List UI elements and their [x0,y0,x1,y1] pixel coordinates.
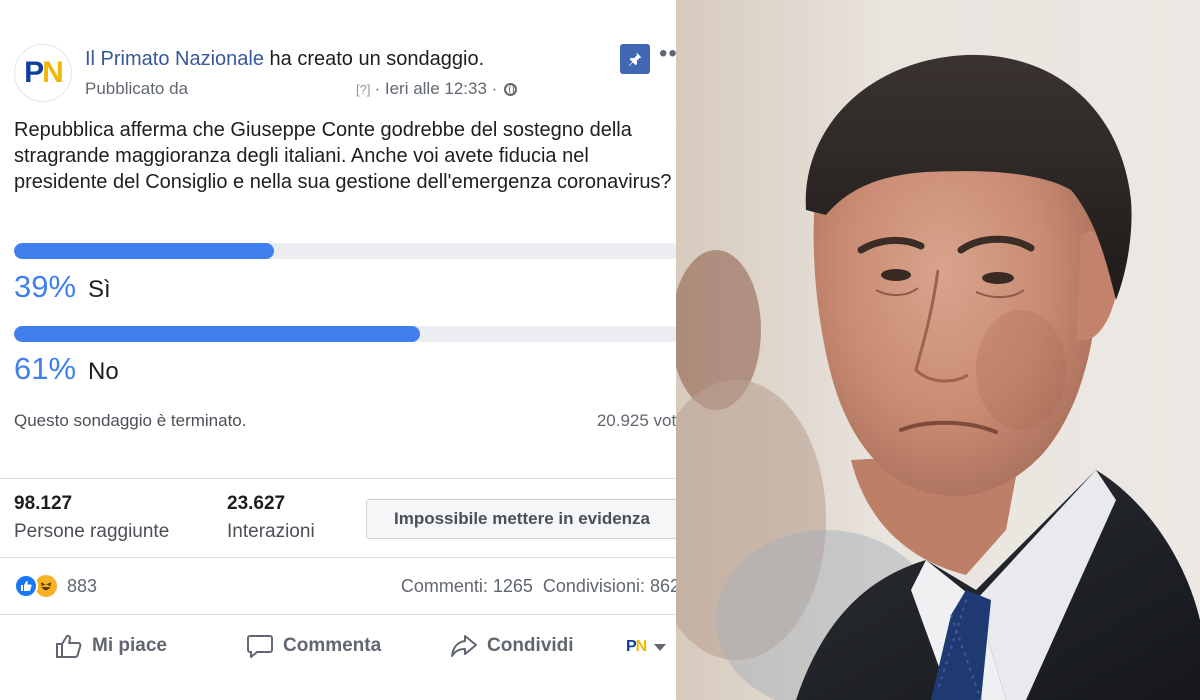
post-action-text: ha creato un sondaggio. [263,48,485,70]
poll-status: Questo sondaggio è terminato. [14,411,247,430]
divider [0,478,693,479]
thumbs-up-icon [56,634,82,658]
poll-option-yes[interactable]: 39% Sì [14,269,111,305]
poll-option-no[interactable]: 61% No [14,351,119,387]
comments-count[interactable]: Commenti: 1265 [401,576,533,596]
poll-label-yes: Sì [88,276,111,303]
reach-value: 98.127 [14,493,73,514]
mini-logo-letter-n: N [635,638,648,655]
logo-letter-n: N [42,56,64,89]
poll-label-no: No [88,358,119,385]
globe-icon [504,82,518,96]
poll-bar-fill-no [14,326,421,342]
poll-question: Repubblica afferma che Giuseppe Conte go… [14,119,672,193]
post-header-title: Il Primato Nazionale ha creato un sondag… [85,48,484,71]
portrait-photo [676,0,1200,700]
poll-percent-yes: 39% [14,269,77,304]
facebook-post: PN Il Primato Nazionale ha creato un son… [0,0,693,700]
poll-votes[interactable]: 20.925 voti [597,411,680,431]
like-label: Mi piace [92,635,167,656]
post-timestamp[interactable]: · Ieri alle 12:33 · [374,79,497,99]
divider [0,557,693,558]
boost-button[interactable]: Impossibile mettere in evidenza [366,499,678,539]
engagement-label: Interazioni [227,521,315,542]
like-icon [14,574,38,598]
comment-icon [247,635,273,658]
mini-logo-letter-p: P [626,638,637,655]
shares-count[interactable]: Condivisioni: 862 [543,576,680,596]
engagement-value: 23.627 [227,493,286,514]
page-name-link[interactable]: Il Primato Nazionale [85,48,264,70]
page-mini-logo: PN [626,638,648,656]
portrait-illustration [676,0,1200,700]
page-avatar[interactable]: PN [14,44,72,102]
reactions-count: 883 [67,575,98,596]
comment-label: Commenta [283,635,382,656]
logo-letter-p: P [24,56,44,89]
comment-button[interactable]: Commenta [246,633,381,659]
engagement-counts: Commenti: 1265 Condivisioni: 862 [401,576,680,597]
post-as-page-selector[interactable]: PN [626,638,667,656]
reach-label: Persone raggiunte [14,521,170,542]
share-button[interactable]: Condividi [450,633,574,659]
like-button[interactable]: Mi piace [55,633,167,659]
post-meta: [?] · Ieri alle 12:33 · [356,79,518,99]
help-marker[interactable]: [?] [356,82,370,97]
chevron-down-icon [654,643,667,651]
pin-icon[interactable] [620,44,650,74]
poll-bar-yes[interactable] [14,243,680,259]
published-by: Pubblicato da [85,79,189,98]
reactions-summary[interactable]: 883 [14,573,97,599]
share-icon [451,635,477,657]
poll-bar-fill-yes [14,243,274,259]
poll-bar-no[interactable] [14,326,680,342]
poll-percent-no: 61% [14,351,77,386]
share-label: Condividi [487,635,574,656]
divider [0,614,693,615]
